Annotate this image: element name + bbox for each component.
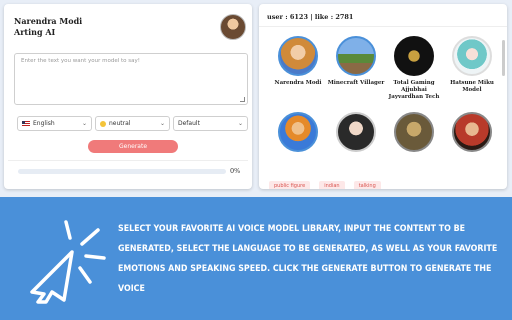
voice-avatar [278, 112, 318, 152]
voice-avatar [336, 112, 376, 152]
promo-caption: Select your favorite AI voice model libr… [118, 224, 498, 294]
voice-card[interactable]: Total Gaming Ajjubhai Jayvardhan Tech [385, 36, 443, 101]
voice-card[interactable] [269, 112, 327, 156]
voice-card[interactable] [385, 112, 443, 156]
user-like-stats: user : 6123 | like : 2781 [267, 13, 354, 21]
voice-card[interactable]: Narendra Modi [269, 36, 327, 87]
pointer-click-icon [30, 220, 106, 304]
voice-avatar [278, 36, 318, 76]
progress-bar [18, 169, 226, 174]
voice-card[interactable] [327, 112, 385, 156]
us-flag-icon [22, 121, 30, 126]
voice-card[interactable]: Hatsune Miku Model [443, 36, 501, 94]
divider [8, 160, 248, 161]
model-avatar [220, 14, 246, 40]
tag-list: public figure indian talking [269, 172, 385, 189]
voice-name: Hatsune Miku Model [450, 80, 494, 93]
tag[interactable]: indian [319, 181, 345, 189]
voice-avatar [394, 36, 434, 76]
voice-avatar [336, 36, 376, 76]
voice-generator-panel: Narendra Modi Arting AI Enter the text y… [4, 4, 252, 189]
voice-name: Narendra Modi [274, 80, 322, 86]
progress-percent: 0% [230, 167, 241, 175]
language-value: English [33, 120, 55, 127]
chevron-down-icon: ⌄ [237, 120, 243, 127]
generate-button[interactable]: Generate [88, 140, 178, 153]
tag[interactable]: public figure [269, 181, 311, 189]
voice-card[interactable]: Minecraft Villager [327, 36, 385, 87]
tag[interactable]: talking [353, 181, 381, 189]
model-brand: Arting AI [14, 27, 56, 37]
voice-avatar [394, 112, 434, 152]
chevron-down-icon: ⌄ [81, 120, 87, 127]
voice-avatar [452, 36, 492, 76]
model-name: Narendra Modi [14, 16, 83, 26]
voice-card[interactable] [443, 112, 501, 156]
speed-select[interactable]: Default ⌄ [173, 116, 248, 131]
emotion-value: neutral [109, 120, 131, 127]
voice-name: Total Gaming Ajjubhai Jayvardhan Tech [388, 80, 440, 100]
language-select[interactable]: English ⌄ [17, 116, 92, 131]
emoji-icon [100, 120, 106, 127]
voice-name: Minecraft Villager [327, 80, 385, 86]
voice-library-panel: user : 6123 | like : 2781 Narendra Modi … [259, 4, 507, 189]
divider [259, 26, 507, 27]
chevron-down-icon: ⌄ [159, 120, 165, 127]
resize-handle-icon[interactable] [240, 97, 245, 102]
text-input[interactable]: Enter the text you want your model to sa… [14, 53, 248, 105]
voice-avatar [452, 112, 492, 152]
speed-value: Default [178, 120, 200, 127]
emotion-select[interactable]: neutral ⌄ [95, 116, 170, 131]
scrollbar[interactable] [502, 40, 505, 76]
text-input-placeholder: Enter the text you want your model to sa… [21, 58, 140, 64]
model-title: Narendra Modi Arting AI [14, 16, 82, 38]
